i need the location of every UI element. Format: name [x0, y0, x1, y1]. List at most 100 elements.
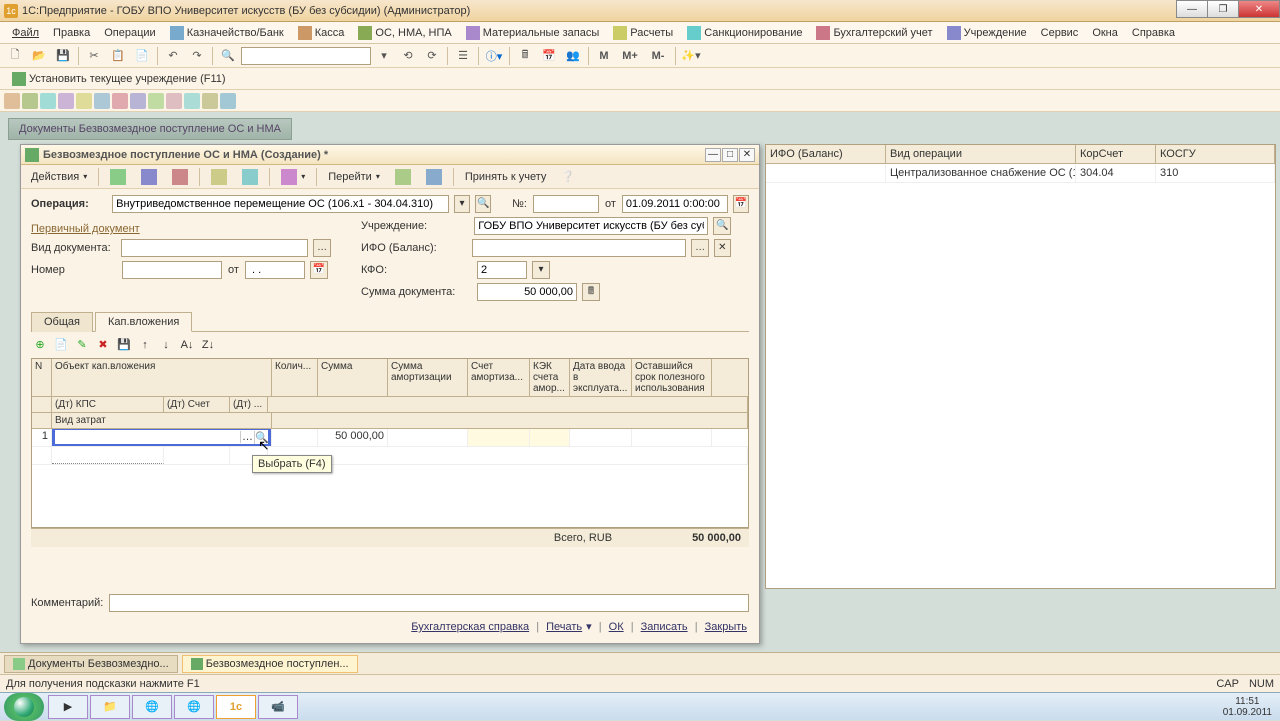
ifo-input[interactable]: [472, 239, 686, 257]
col-acct[interactable]: Счет амортиза...: [468, 359, 530, 396]
system-clock[interactable]: 11:51 01.09.2011: [1215, 696, 1280, 718]
doctype-select-icon[interactable]: …: [313, 239, 331, 257]
sort-asc-icon[interactable]: A↓: [178, 336, 196, 354]
refresh2-icon[interactable]: ⟳: [421, 46, 443, 66]
tb3-icon[interactable]: [76, 93, 92, 109]
report-icon[interactable]: [275, 166, 311, 188]
menu-materials[interactable]: Материальные запасы: [460, 24, 606, 42]
operation-dropdown-icon[interactable]: ▾: [454, 195, 470, 213]
set-institution-button[interactable]: Установить текущее учреждение (F11): [8, 70, 230, 88]
menu-edit[interactable]: Правка: [47, 25, 96, 41]
menu-assets[interactable]: ОС, НМА, НПА: [352, 24, 457, 42]
maximize-button[interactable]: ❐: [1207, 0, 1239, 18]
menu-operations[interactable]: Операции: [98, 25, 161, 41]
move-up-icon[interactable]: ↑: [136, 336, 154, 354]
sum-calc-icon[interactable]: 🖩: [582, 283, 600, 301]
m-button[interactable]: М: [593, 46, 615, 66]
list-icon[interactable]: ☰: [452, 46, 474, 66]
menu-file[interactable]: Файл: [6, 25, 45, 41]
menu-treasury[interactable]: Казначейство/Банк: [164, 24, 290, 42]
calendar-icon[interactable]: 📅: [538, 46, 560, 66]
side-col-ifo[interactable]: ИФО (Баланс): [766, 145, 886, 163]
cell-select-icon[interactable]: …: [240, 431, 254, 443]
print-link[interactable]: Печать: [546, 621, 582, 633]
side-col-kosgu[interactable]: КОСГУ: [1156, 145, 1275, 163]
goto-button[interactable]: Перейти: [322, 168, 386, 186]
task-item[interactable]: 📹: [258, 695, 298, 719]
col-dt3[interactable]: (Дт) ...: [230, 397, 268, 412]
task-item[interactable]: 🌐: [132, 695, 172, 719]
col-n[interactable]: N: [32, 359, 52, 396]
institution-search-icon[interactable]: 🔍: [713, 217, 731, 235]
cut-icon[interactable]: ✂: [83, 46, 105, 66]
save-button[interactable]: Записать: [641, 621, 688, 633]
save-icon[interactable]: 💾: [52, 46, 74, 66]
tb3-icon[interactable]: [130, 93, 146, 109]
close-button[interactable]: ✕: [1238, 0, 1280, 18]
ifo-select-icon[interactable]: …: [691, 239, 708, 257]
sum-input[interactable]: [477, 283, 577, 301]
save-row-icon[interactable]: 💾: [115, 336, 133, 354]
copy-row-icon[interactable]: 📄: [52, 336, 70, 354]
date-input[interactable]: [622, 195, 728, 213]
side-row[interactable]: Централизованное снабжение ОС (1... 304.…: [766, 164, 1275, 183]
docdate-picker-icon[interactable]: 📅: [310, 261, 328, 279]
doc-close-button[interactable]: ✕: [739, 148, 755, 162]
col-kek[interactable]: КЭК счета амор...: [530, 359, 570, 396]
docdate-input[interactable]: [245, 261, 305, 279]
tb3-icon[interactable]: [166, 93, 182, 109]
move-down-icon[interactable]: ↓: [157, 336, 175, 354]
delete-row-icon[interactable]: ✖: [94, 336, 112, 354]
menu-sanction[interactable]: Санкционирование: [681, 24, 808, 42]
print-icon[interactable]: [166, 166, 194, 188]
menu-service[interactable]: Сервис: [1035, 25, 1085, 41]
dkt-icon[interactable]: [205, 166, 233, 188]
undo-icon[interactable]: ↶: [162, 46, 184, 66]
side-col-kor[interactable]: КорСчет: [1076, 145, 1156, 163]
task-item[interactable]: ▶: [48, 695, 88, 719]
sort-desc-icon[interactable]: Z↓: [199, 336, 217, 354]
mplus-button[interactable]: М+: [617, 46, 643, 66]
find-icon[interactable]: 🔍: [217, 46, 239, 66]
close-doc-button[interactable]: Закрыть: [705, 621, 747, 633]
tab-general[interactable]: Общая: [31, 312, 93, 332]
date-picker-icon[interactable]: 📅: [733, 195, 749, 213]
tb3-icon[interactable]: [40, 93, 56, 109]
task-item[interactable]: 🌐: [174, 695, 214, 719]
menu-institution[interactable]: Учреждение: [941, 24, 1033, 42]
tb3-icon[interactable]: [22, 93, 38, 109]
search-down-icon[interactable]: ▾: [373, 46, 395, 66]
task-item[interactable]: 📁: [90, 695, 130, 719]
menu-windows[interactable]: Окна: [1086, 25, 1124, 41]
capital-grid[interactable]: N Объект кап.вложения Колич... Сумма Сум…: [31, 358, 749, 528]
operation-search-icon[interactable]: 🔍: [475, 195, 491, 213]
save-doc-icon[interactable]: [135, 166, 163, 188]
calc-icon[interactable]: 🖩: [514, 46, 536, 66]
tb3-icon[interactable]: [202, 93, 218, 109]
number-input[interactable]: [533, 195, 599, 213]
doc-minimize-button[interactable]: —: [705, 148, 721, 162]
tb3-icon[interactable]: [184, 93, 200, 109]
col-costtype[interactable]: Вид затрат: [52, 413, 272, 428]
operation-select[interactable]: [112, 195, 449, 213]
tree-icon[interactable]: [420, 166, 448, 188]
taskdoc-2[interactable]: Безвозмездное поступлен...: [182, 655, 358, 673]
actions-button[interactable]: Действия: [25, 168, 93, 186]
new-icon[interactable]: 🗋: [4, 46, 26, 66]
mminus-button[interactable]: М-: [645, 46, 671, 66]
kfo-input[interactable]: [477, 261, 527, 279]
col-datein[interactable]: Дата ввода в эксплуата...: [570, 359, 632, 396]
menu-calc[interactable]: Расчеты: [607, 24, 679, 42]
accept-button[interactable]: Принять к учету: [459, 168, 553, 186]
copy-icon[interactable]: 📋: [107, 46, 129, 66]
doctype-input[interactable]: [121, 239, 308, 257]
paste-icon[interactable]: 📄: [131, 46, 153, 66]
add-row-icon[interactable]: ⊕: [31, 336, 49, 354]
tb3-icon[interactable]: [94, 93, 110, 109]
kfo-dropdown-icon[interactable]: ▾: [532, 261, 550, 279]
tb3-icon[interactable]: [112, 93, 128, 109]
side-col-op[interactable]: Вид операции: [886, 145, 1076, 163]
tab-capital[interactable]: Кап.вложения: [95, 312, 192, 332]
doc-help-icon[interactable]: ❔: [555, 167, 581, 186]
tb3-icon[interactable]: [4, 93, 20, 109]
